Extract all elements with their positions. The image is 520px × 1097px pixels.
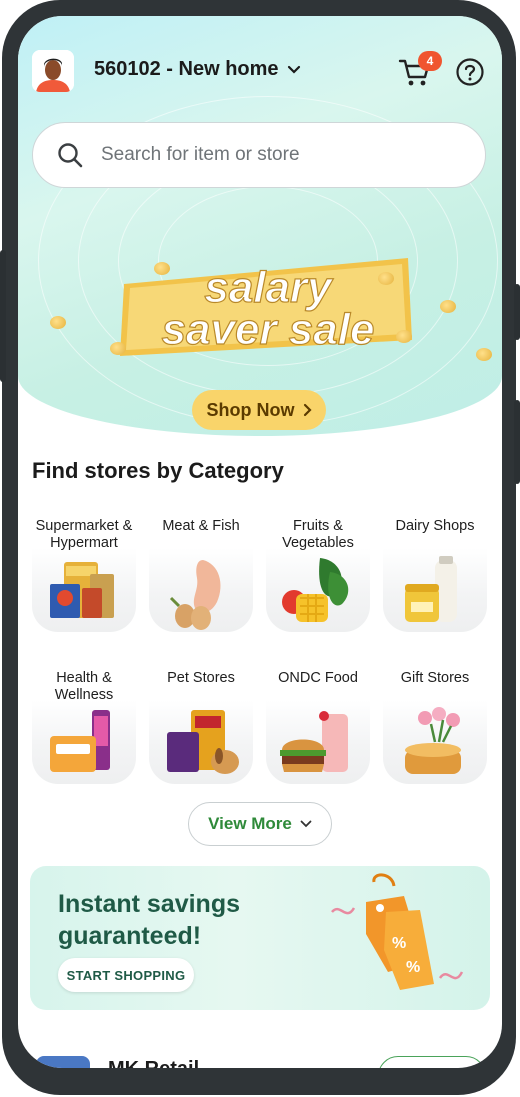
category-fruits-vegetables[interactable]: Fruits & Vegetables [264,518,372,646]
category-label: Gift Stores [400,670,470,686]
search-icon [58,143,83,168]
coin-decoration [440,300,456,313]
coin-decoration [378,272,394,285]
category-label: Health & Wellness [54,670,114,703]
category-label: Meat & Fish [162,518,240,534]
store-list-item[interactable]: MK Retail [18,1054,502,1068]
category-meat-fish[interactable]: Meat & Fish [147,518,255,646]
cart-count-badge: 4 [418,51,442,71]
coin-decoration [476,348,492,361]
shop-now-label: Shop Now [206,399,295,420]
discount-tag-icon: % % [331,873,464,990]
milk-ghee-icon [405,556,457,622]
category-ondc-food[interactable]: ONDC Food [264,670,372,798]
category-gift-stores[interactable]: Gift Stores [381,670,489,798]
shop-now-button[interactable]: Shop Now [192,390,326,430]
search-bar[interactable] [32,122,486,188]
start-shopping-button[interactable]: START SHOPPING [58,958,194,992]
search-input[interactable] [101,144,441,166]
category-label: ONDC Food [278,670,358,686]
view-more-label: View More [208,814,292,833]
help-icon[interactable] [456,58,484,86]
category-pet-stores[interactable]: Pet Stores [147,670,255,798]
chicken-eggs-icon [169,560,221,630]
store-action-button[interactable] [378,1056,486,1068]
burger-shake-icon [280,711,348,772]
phone-side-button [514,400,520,484]
grocery-packs-icon [50,562,114,618]
pet-food-dog-icon [167,710,239,774]
location-selector[interactable]: 560102 - New home [94,58,301,81]
cake-flowers-icon [405,707,461,774]
category-label: Dairy Shops [395,518,475,534]
chevron-down-icon [287,65,300,74]
svg-text:%: % [406,959,420,976]
app-screen: 560102 - New home 4 salary saver sale [18,16,502,1068]
store-name: MK Retail [108,1058,199,1068]
coin-decoration [50,316,66,329]
location-label: 560102 - New home [94,58,279,80]
category-label: Fruits & Vegetables [282,518,354,551]
category-section-title: Find stores by Category [32,458,284,483]
chevron-down-icon [300,820,312,828]
mango-spinach-icon [282,558,349,622]
svg-text:%: % [392,935,406,952]
coin-decoration [396,330,412,343]
phone-side-button [514,284,520,340]
phone-side-button [0,250,6,382]
category-label: Pet Stores [167,670,235,686]
promo-title: Instant savings guaranteed! [58,890,240,950]
health-products-icon [50,710,110,772]
category-health-wellness[interactable]: Health & Wellness [30,670,138,798]
category-supermarket[interactable]: Supermarket & Hypermart [30,518,138,646]
chevron-right-icon [303,403,312,417]
store-logo [36,1056,90,1068]
coin-decoration [154,262,170,275]
instant-savings-card[interactable]: Instant savings guaranteed! START SHOPPI… [30,866,490,1010]
coin-decoration [110,342,126,355]
category-dairy[interactable]: Dairy Shops [381,518,489,646]
category-label: Supermarket & Hypermart [35,518,133,551]
banner-line2: saver sale [162,305,375,354]
view-more-button[interactable]: View More [188,802,332,846]
avatar[interactable] [32,50,74,92]
